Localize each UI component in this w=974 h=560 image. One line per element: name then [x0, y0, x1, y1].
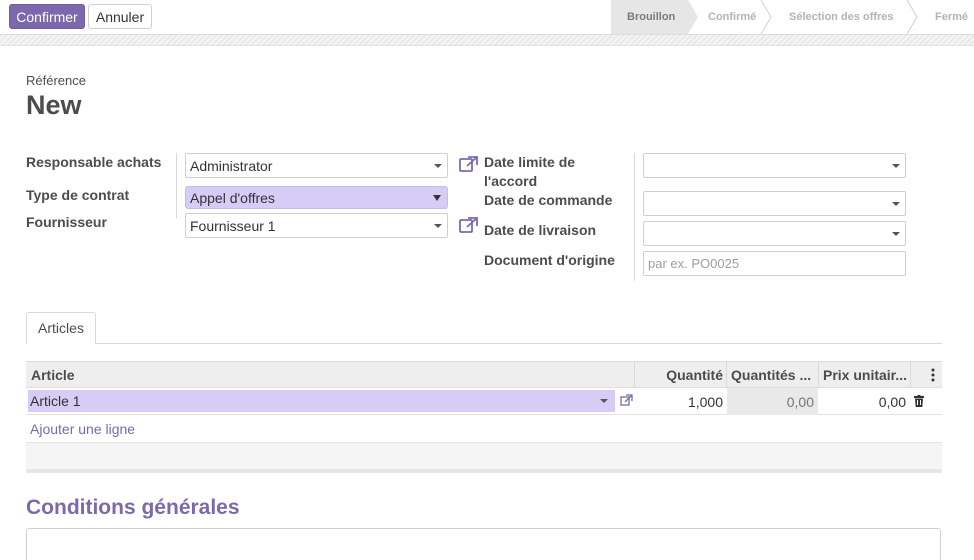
contract-type-label: Type de contrat	[26, 187, 130, 203]
contract-type-value: Appel d'offres	[190, 189, 275, 206]
dropdown-caret-icon[interactable]	[600, 399, 608, 403]
buyer-label: Responsable achats	[26, 154, 162, 170]
tab-label: Articles	[38, 320, 84, 336]
group-divider	[634, 153, 635, 281]
vendor-value: Fournisseur 1	[190, 217, 276, 234]
column-separator	[726, 362, 727, 388]
buyer-field[interactable]: Administrator	[185, 153, 448, 178]
dropdown-caret-icon[interactable]	[892, 202, 900, 206]
dropdown-caret-icon[interactable]	[434, 224, 442, 228]
column-separator	[818, 362, 819, 388]
column-header-unit-price[interactable]: Prix unitair...	[823, 362, 907, 388]
control-panel: Confirmer Annuler Brouillon Confirmé Sél…	[0, 0, 974, 34]
dropdown-caret-icon[interactable]	[892, 164, 900, 168]
lines-table-header: Article Quantité Quantités ... Prix unit…	[26, 361, 942, 388]
column-header-article[interactable]: Article	[31, 362, 75, 388]
add-line-link[interactable]: Ajouter une ligne	[30, 421, 135, 437]
origin-field[interactable]: par ex. PO0025	[643, 251, 906, 276]
column-header-quantity[interactable]: Quantité	[635, 362, 727, 388]
terms-textarea[interactable]	[26, 528, 941, 560]
deadline-label-line2: l'accord	[484, 173, 538, 189]
cancel-button[interactable]: Annuler	[88, 4, 152, 29]
origin-placeholder: par ex. PO0025	[648, 256, 740, 271]
status-bar: Brouillon Confirmé Sélection des offres …	[611, 0, 974, 34]
terms-title: Conditions générales	[26, 496, 240, 519]
dropdown-caret-icon[interactable]	[434, 164, 442, 168]
lines-table-footer	[26, 443, 942, 473]
stage-bid-selection[interactable]: Sélection des offres	[769, 0, 918, 34]
buyer-value: Administrator	[190, 157, 273, 174]
table-row[interactable]: Article 1 1,000 0,00 0,00	[26, 388, 942, 415]
header-divider	[0, 34, 974, 46]
dropdown-caret-icon[interactable]	[433, 195, 441, 201]
article-cell[interactable]: Article 1	[28, 390, 615, 412]
stage-label: Confirmé	[708, 11, 757, 23]
stage-draft[interactable]: Brouillon	[611, 0, 698, 34]
deadline-label-line1: Date limite de	[484, 154, 576, 170]
column-separator	[910, 362, 911, 388]
deadline-field[interactable]	[643, 153, 906, 178]
vendor-field[interactable]: Fournisseur 1	[185, 213, 448, 238]
unit-price-cell[interactable]: 0,00	[819, 388, 910, 415]
order-date-label: Date de commande	[484, 192, 613, 208]
stage-closed[interactable]: Fermé	[915, 0, 974, 34]
delivery-date-field[interactable]	[643, 221, 906, 246]
vendor-label: Fournisseur	[26, 214, 107, 230]
trash-icon[interactable]	[914, 395, 924, 410]
delivery-date-label: Date de livraison	[484, 222, 597, 238]
external-link-icon[interactable]	[620, 394, 633, 410]
tab-articles[interactable]: Articles	[26, 312, 96, 344]
quantity-cell[interactable]: 1,000	[635, 388, 727, 415]
column-header-ordered-qty[interactable]: Quantités ...	[731, 362, 811, 388]
stage-label: Sélection des offres	[789, 11, 894, 23]
stage-label: Brouillon	[627, 11, 676, 23]
stage-label: Fermé	[935, 11, 969, 23]
reference-label: Référence	[26, 73, 86, 88]
confirm-button[interactable]: Confirmer	[9, 4, 85, 29]
dropdown-caret-icon[interactable]	[892, 232, 900, 236]
reference-value: New	[26, 90, 82, 120]
article-value: Article 1	[30, 393, 81, 409]
deadline-label: Date limite de l'accord	[484, 153, 575, 191]
stage-arrow	[688, 0, 698, 34]
order-date-field[interactable]	[643, 191, 906, 216]
kebab-menu-icon[interactable]	[931, 368, 935, 385]
stage-confirmed[interactable]: Confirmé	[688, 0, 772, 34]
external-link-icon[interactable]	[459, 155, 479, 173]
group-divider	[176, 153, 177, 218]
origin-label: Document d'origine	[484, 252, 615, 268]
external-link-icon[interactable]	[459, 216, 479, 234]
tabs-baseline	[26, 343, 942, 344]
ordered-qty-cell: 0,00	[727, 388, 818, 415]
contract-type-field[interactable]: Appel d'offres	[185, 186, 448, 209]
